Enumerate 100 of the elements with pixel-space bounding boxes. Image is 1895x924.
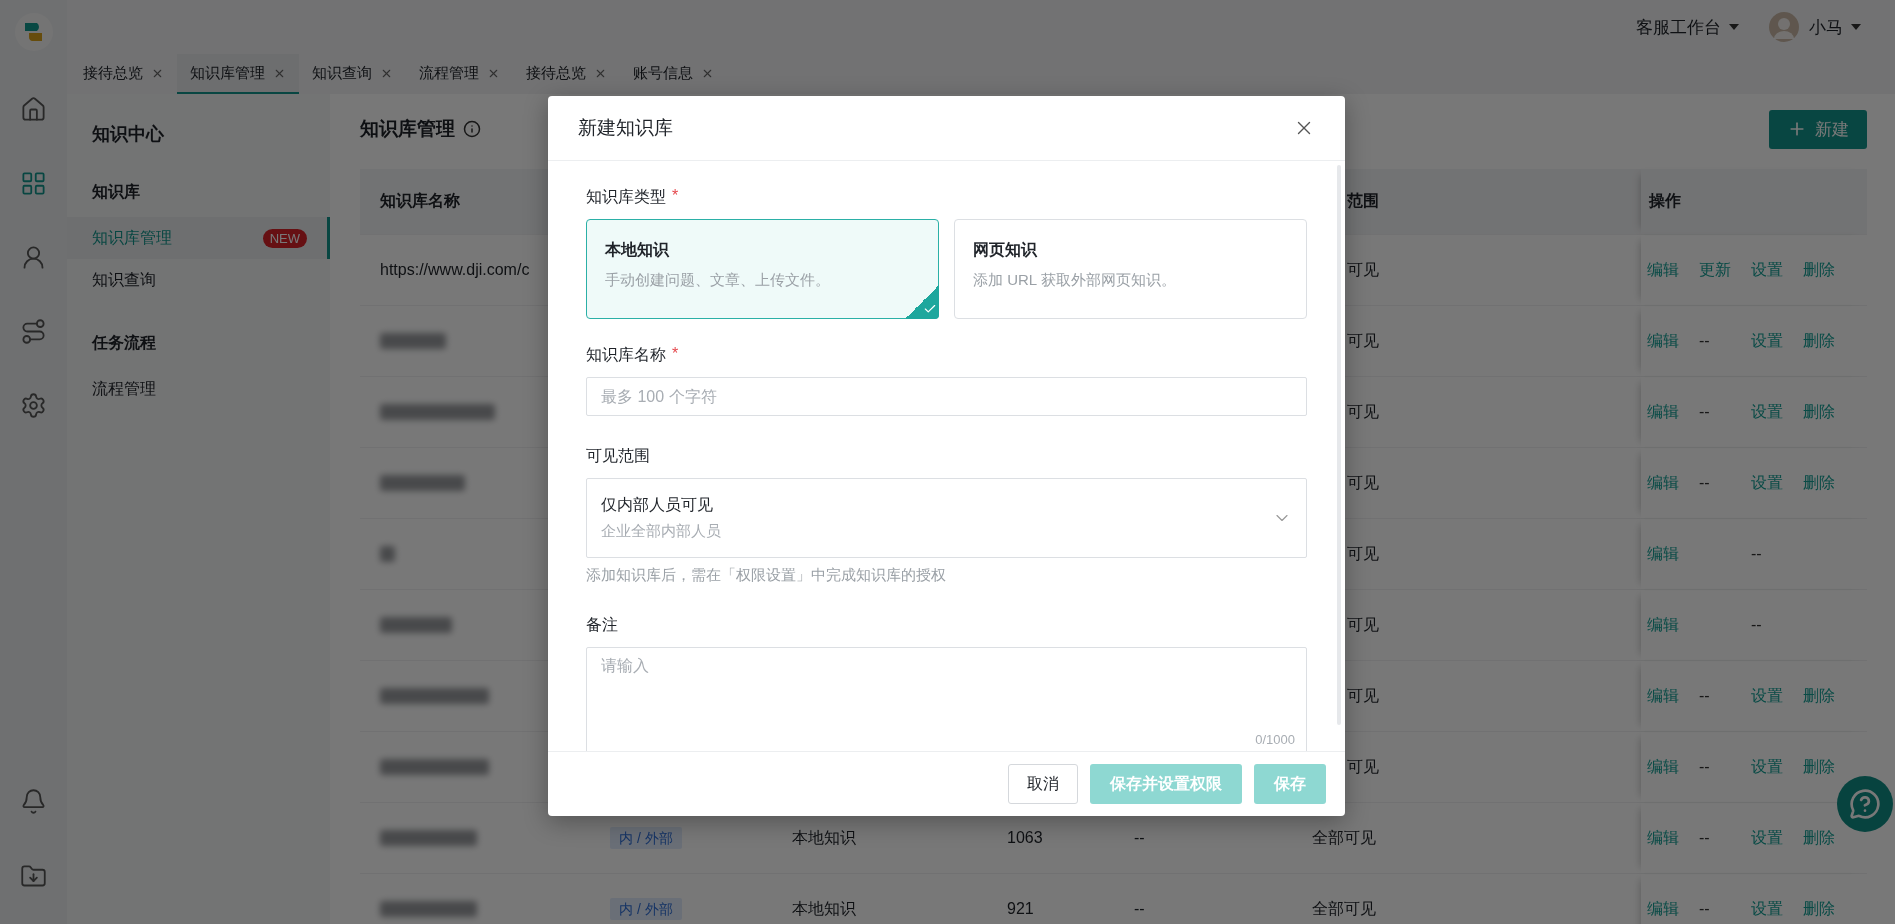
empty-value: --: [1751, 616, 1762, 634]
dialog-title: 新建知识库: [578, 116, 673, 140]
new-button[interactable]: 新建: [1769, 109, 1867, 149]
field-label: 备注: [586, 615, 618, 635]
type-option-card[interactable]: 本地知识 手动创建问题、文章、上传文件。: [586, 219, 939, 319]
tab[interactable]: 流程管理: [406, 54, 513, 94]
tab[interactable]: 接待总览: [70, 54, 177, 94]
table-cell: 可见: [1347, 260, 1380, 278]
action-link[interactable]: 编辑: [1647, 827, 1679, 849]
sidebar-item[interactable]: 知识查询: [67, 259, 330, 301]
action-link[interactable]: 删除: [1803, 685, 1835, 707]
table-cell: https://www.dji.com/c: [380, 261, 530, 278]
table-cell: 可见: [1347, 473, 1380, 491]
action-link[interactable]: 删除: [1803, 756, 1835, 778]
action-link[interactable]: 设置: [1751, 756, 1783, 778]
scope-select[interactable]: 仅内部人员可见 企业全部内部人员: [586, 478, 1307, 558]
action-link[interactable]: 设置: [1751, 685, 1783, 707]
column-header: 知识库名称: [380, 192, 460, 209]
tab[interactable]: 账号信息: [620, 54, 727, 94]
table-cell: --: [1134, 829, 1145, 846]
action-link[interactable]: 删除: [1803, 827, 1835, 849]
table-cell: 921: [1007, 900, 1034, 917]
empty-value: --: [1699, 403, 1710, 421]
action-link[interactable]: 编辑: [1647, 756, 1679, 778]
table-cell: 全部可见: [1312, 899, 1376, 917]
table-cell: 全部可见: [1312, 828, 1376, 846]
action-link[interactable]: 更新: [1699, 259, 1731, 281]
option-description: 添加 URL 获取外部网页知识。: [973, 271, 1177, 290]
empty-value: --: [1699, 474, 1710, 492]
empty-value: --: [1751, 545, 1762, 563]
action-link[interactable]: 设置: [1751, 330, 1783, 352]
action-link[interactable]: 删除: [1803, 259, 1835, 281]
action-link[interactable]: 设置: [1751, 472, 1783, 494]
empty-value: --: [1699, 332, 1710, 350]
caret-icon: [1729, 24, 1739, 30]
action-link[interactable]: 编辑: [1647, 472, 1679, 494]
table-cell: 可见: [1347, 402, 1380, 420]
empty-value: --: [1699, 900, 1710, 918]
option-title: 网页知识: [973, 240, 1038, 260]
table-cell: 可见: [1347, 615, 1380, 633]
table-cell: 1063: [1007, 829, 1043, 846]
user-menu[interactable]: 小马: [1809, 15, 1861, 39]
sidebar-item-label: 流程管理: [92, 378, 156, 399]
chat-question-icon: [1849, 788, 1881, 820]
home-icon[interactable]: [20, 96, 47, 123]
action-link[interactable]: 设置: [1751, 401, 1783, 423]
bell-icon[interactable]: [20, 788, 47, 815]
table-cell: 可见: [1347, 331, 1380, 349]
required-mark: *: [672, 187, 679, 206]
avatar-icon[interactable]: [1769, 12, 1799, 42]
table-cell: --: [1134, 900, 1145, 917]
action-link[interactable]: 编辑: [1647, 614, 1679, 636]
settings-icon[interactable]: [20, 392, 47, 419]
tab[interactable]: 知识查询: [299, 54, 406, 94]
action-link[interactable]: 设置: [1751, 898, 1783, 920]
action-link[interactable]: 删除: [1803, 330, 1835, 352]
table-cell: 可见: [1347, 757, 1380, 775]
sidebar-item[interactable]: 知识库管理 NEW: [67, 217, 330, 259]
table-cell: 可见: [1347, 544, 1380, 562]
character-counter: 0/1000: [1255, 732, 1295, 747]
action-link[interactable]: 编辑: [1647, 685, 1679, 707]
group-label: 知识库: [91, 182, 141, 202]
required-mark: *: [672, 345, 679, 364]
name-input-field[interactable]: 最多 100 个字符: [586, 377, 1307, 416]
action-link[interactable]: 编辑: [1647, 259, 1679, 281]
action-link[interactable]: 删除: [1803, 898, 1835, 920]
help-button[interactable]: [1837, 776, 1893, 832]
action-link[interactable]: 编辑: [1647, 330, 1679, 352]
select-description: 企业全部内部人员: [601, 522, 721, 541]
new-badge: NEW: [262, 228, 307, 248]
sidebar-item-label: 知识查询: [92, 269, 156, 290]
column-header: 操作: [1649, 191, 1681, 211]
group-label: 任务流程: [90, 333, 157, 353]
option-title: 本地知识: [605, 240, 670, 260]
hint-text: 添加知识库后，需在「权限设置」中完成知识库的授权: [586, 566, 947, 585]
sidebar-item[interactable]: 流程管理: [67, 368, 330, 410]
option-description: 手动创建问题、文章、上传文件。: [605, 271, 831, 290]
table-cell: 本地知识: [792, 899, 856, 917]
field-label: 知识库名称: [586, 345, 666, 365]
action-link[interactable]: 设置: [1751, 827, 1783, 849]
table-cell: 可见: [1347, 686, 1380, 704]
action-link[interactable]: 删除: [1803, 401, 1835, 423]
field-label: 知识库类型: [586, 187, 666, 207]
info-icon[interactable]: [463, 120, 481, 138]
select-value: 仅内部人员可见: [601, 495, 714, 515]
cancel-button[interactable]: 取消: [1008, 764, 1078, 804]
workspace-menu[interactable]: 客服工作台: [1636, 15, 1739, 39]
action-link[interactable]: 删除: [1803, 472, 1835, 494]
action-link[interactable]: 编辑: [1647, 898, 1679, 920]
page-title: 知识库管理: [360, 117, 455, 141]
route-icon[interactable]: [20, 318, 47, 345]
sidebar-item-label: 知识库管理: [92, 227, 172, 248]
action-link[interactable]: 设置: [1751, 259, 1783, 281]
grid-icon[interactable]: [20, 170, 47, 197]
action-link[interactable]: 编辑: [1647, 401, 1679, 423]
table-cell: 本地知识: [792, 828, 856, 846]
type-option-card[interactable]: 网页知识 添加 URL 获取外部网页知识。: [954, 219, 1307, 319]
action-link[interactable]: 编辑: [1647, 543, 1679, 565]
tab[interactable]: 接待总览: [513, 54, 620, 94]
tab[interactable]: 知识库管理: [177, 54, 299, 94]
